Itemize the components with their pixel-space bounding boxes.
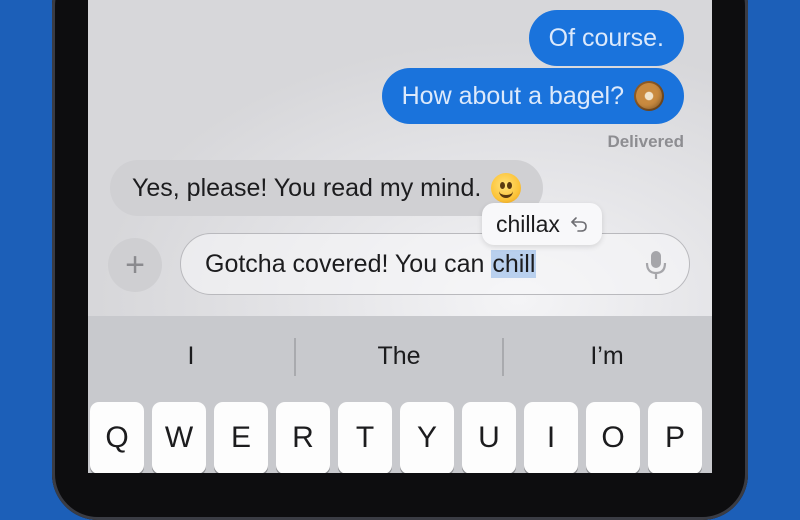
message-text: Of course. [548,23,664,52]
prediction-option[interactable]: The [296,316,502,396]
message-input[interactable]: Gotcha covered! You can chill [180,233,690,295]
add-attachment-button[interactable]: + [108,238,162,292]
microphone-icon[interactable] [645,250,667,280]
smiling-face-emoji-icon [491,173,522,203]
suggestion-label: chillax [496,210,560,237]
typed-text: Gotcha covered! You can [205,249,492,278]
key-t[interactable]: T [338,402,392,473]
messages-screen: Of course. How about a bagel? Delivered … [88,0,712,473]
key-e[interactable]: E [214,402,268,473]
predictive-text-bar: I The I’m [88,316,712,396]
message-bubble-received[interactable]: Yes, please! You read my mind. [110,160,544,216]
message-text: How about a bagel? [401,81,624,110]
key-o[interactable]: O [586,402,640,473]
message-bubble-sent[interactable]: Of course. [528,10,684,66]
key-i[interactable]: I [524,402,578,473]
undo-icon [571,217,587,232]
plus-icon: + [125,245,145,284]
key-q[interactable]: Q [90,402,144,473]
message-text: Yes, please! You read my mind. [132,173,482,202]
autocorrect-suggestion[interactable]: chillax [482,203,602,245]
autocorrect-target-word[interactable]: chill [491,249,537,278]
bagel-emoji-icon [634,81,664,111]
keyboard: I The I’m Q W E R T Y U I O P [88,316,712,473]
prediction-option[interactable]: I [88,316,294,396]
key-w[interactable]: W [152,402,206,473]
key-p[interactable]: P [648,402,702,473]
delivery-status: Delivered [607,132,684,151]
message-bubble-sent[interactable]: How about a bagel? [381,68,684,124]
key-u[interactable]: U [462,402,516,473]
message-input-text: Gotcha covered! You can chill [205,249,537,279]
key-r[interactable]: R [276,402,330,473]
prediction-option[interactable]: I’m [504,316,710,396]
key-y[interactable]: Y [400,402,454,473]
